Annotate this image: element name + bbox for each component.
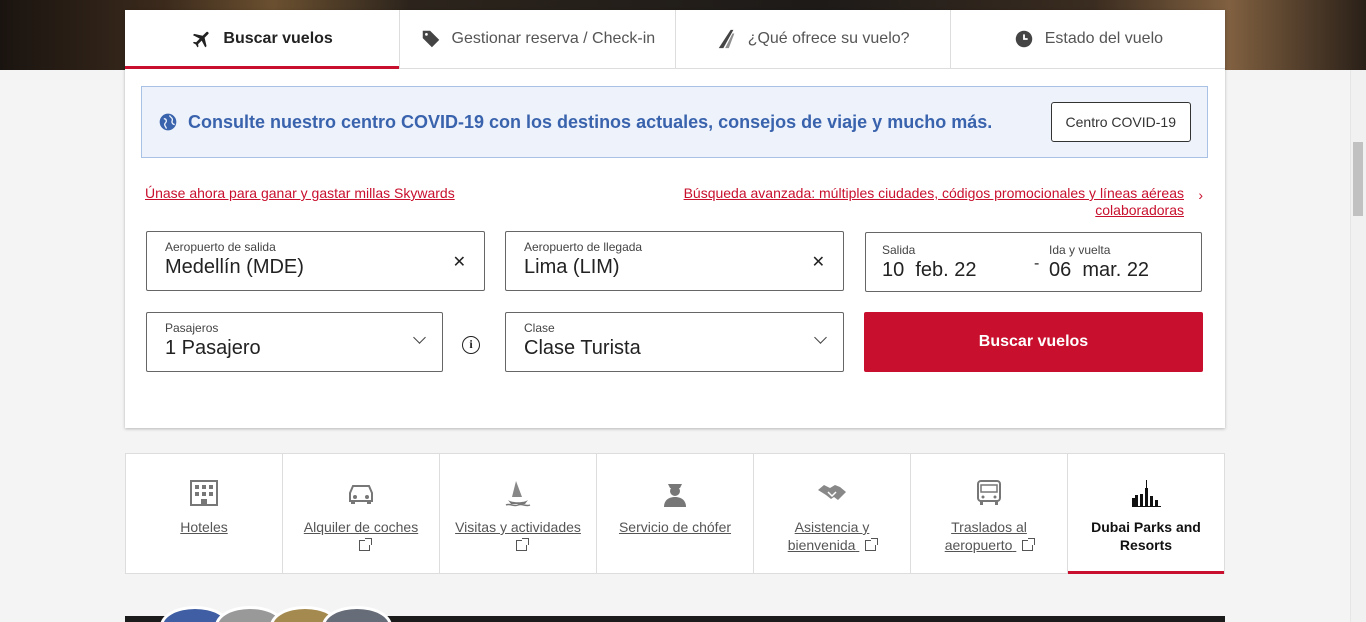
plane-icon — [193, 31, 209, 48]
service-label: Hoteles — [180, 519, 228, 535]
activities-icon — [505, 481, 531, 507]
service-alquiler-coches[interactable]: Alquiler de coches — [283, 454, 440, 573]
field-label: Ida y vuelta — [1049, 243, 1111, 257]
tab-buscar-vuelos[interactable]: Buscar vuelos — [125, 10, 401, 69]
service-visitas[interactable]: Visitas y actividades — [440, 454, 597, 573]
scrollbar-thumb[interactable] — [1353, 142, 1363, 216]
external-link-icon — [358, 538, 372, 551]
external-link-icon — [865, 538, 879, 551]
field-label: Pasajeros — [165, 321, 219, 335]
tier-badge — [322, 606, 392, 622]
info-icon[interactable]: i — [462, 336, 480, 354]
arrival-airport-field[interactable]: Aeropuerto de llegada Lima (LIM) ✕ — [505, 231, 844, 291]
tab-label: Estado del vuelo — [1044, 30, 1164, 47]
chevron-right-icon: › — [1198, 187, 1203, 203]
tab-label: Gestionar reserva / Check-in — [451, 30, 656, 47]
departure-date[interactable]: Salida 10 feb. 22 — [882, 243, 977, 282]
advanced-search-link[interactable]: Búsqueda avanzada: múltiples ciudades, c… — [664, 185, 1184, 219]
flight-search-card: Buscar vuelos Gestionar reserva / Check-… — [125, 10, 1225, 428]
class-select[interactable]: Clase Clase Turista — [505, 312, 844, 372]
booking-tabs: Buscar vuelos Gestionar reserva / Check-… — [125, 10, 1225, 69]
field-value: Medellín (MDE) — [165, 256, 304, 278]
service-label: Asistencia y bienvenida — [754, 518, 910, 554]
tab-label: ¿Qué ofrece su vuelo? — [747, 30, 910, 47]
service-label: Dubai Parks and Resorts — [1091, 519, 1201, 553]
service-chofer[interactable]: Servicio de chófer — [597, 454, 754, 573]
field-value: Lima (LIM) — [524, 256, 620, 278]
bus-icon — [977, 480, 1001, 505]
seat-icon — [718, 29, 735, 49]
field-value: 06 mar. 22 — [1049, 259, 1150, 281]
search-flights-button[interactable]: Buscar vuelos — [864, 312, 1203, 372]
tab-gestionar-reserva[interactable]: Gestionar reserva / Check-in — [400, 10, 676, 68]
skyline-icon — [1132, 480, 1161, 507]
skywards-join-link[interactable]: Únase ahora para ganar y gastar millas S… — [145, 185, 455, 201]
field-value: 10 feb. 22 — [882, 259, 977, 281]
external-link-icon — [515, 538, 529, 551]
tab-estado-vuelo[interactable]: Estado del vuelo — [951, 10, 1225, 68]
field-label: Salida — [882, 243, 916, 257]
covid-center-button[interactable]: Centro COVID-19 — [1050, 102, 1191, 142]
passengers-select[interactable]: Pasajeros 1 Pasajero — [146, 312, 443, 372]
service-label: Alquiler de coches — [292, 518, 430, 554]
tab-label: Buscar vuelos — [223, 30, 333, 47]
covid-banner: Consulte nuestro centro COVID-19 con los… — [141, 86, 1208, 158]
page-scrollbar[interactable] — [1350, 70, 1366, 622]
services-bar: Hoteles Alquiler de coches Visitas y act… — [125, 453, 1225, 574]
service-dubai-parks[interactable]: Dubai Parks and Resorts — [1068, 454, 1224, 574]
date-range-field[interactable]: Salida 10 feb. 22 - Ida y vuelta 06 mar.… — [865, 232, 1202, 292]
globe-icon — [159, 113, 177, 131]
return-date[interactable]: Ida y vuelta 06 mar. 22 — [1049, 243, 1149, 282]
covid-message: Consulte nuestro centro COVID-19 con los… — [188, 111, 993, 132]
date-separator: - — [1034, 255, 1040, 272]
tag-icon — [422, 30, 439, 48]
hotel-icon — [190, 480, 218, 506]
service-label: Visitas y actividades — [440, 518, 596, 554]
tab-que-ofrece[interactable]: ¿Qué ofrece su vuelo? — [676, 10, 951, 68]
handshake-icon — [818, 485, 846, 500]
field-label: Aeropuerto de salida — [165, 240, 276, 254]
clear-icon[interactable]: ✕ — [812, 252, 825, 272]
chauffeur-icon — [664, 484, 686, 507]
field-label: Aeropuerto de llegada — [524, 240, 643, 254]
service-traslados[interactable]: Traslados al aeropuerto — [911, 454, 1068, 573]
departure-airport-field[interactable]: Aeropuerto de salida Medellín (MDE) ✕ — [146, 231, 485, 291]
service-label: Traslados al aeropuerto — [911, 518, 1067, 554]
field-value: 1 Pasajero — [165, 337, 261, 359]
field-label: Clase — [524, 321, 555, 335]
service-asistencia[interactable]: Asistencia y bienvenida — [754, 454, 911, 573]
field-value: Clase Turista — [524, 337, 641, 359]
external-link-icon — [1022, 538, 1036, 551]
service-label: Servicio de chófer — [618, 519, 732, 535]
clear-icon[interactable]: ✕ — [453, 252, 466, 272]
clock-icon — [1015, 30, 1032, 48]
service-hoteles[interactable]: Hoteles — [126, 454, 283, 573]
car-icon — [349, 485, 373, 504]
